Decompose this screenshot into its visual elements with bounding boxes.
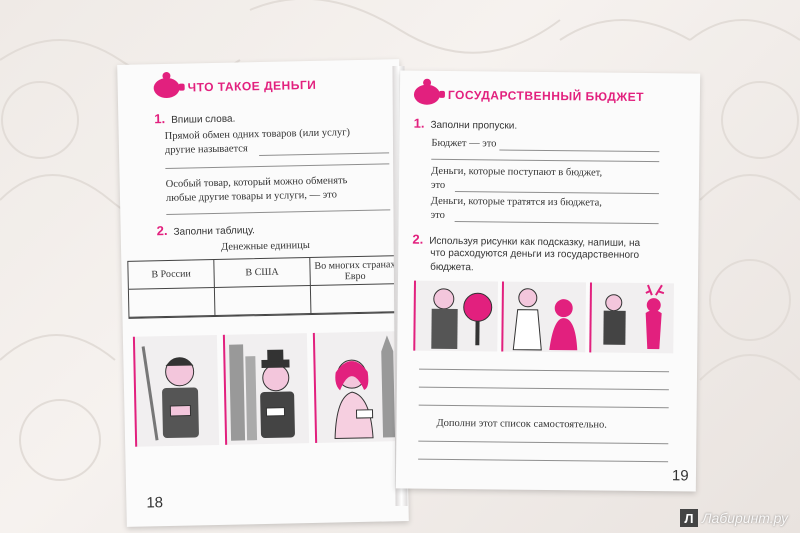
right-task1-heading: 1. Заполни пропуски. [413, 115, 518, 134]
watermark-logo-letter: Л [679, 509, 698, 527]
right-task1-line2: Деньги, которые поступают в бюджет, [431, 165, 603, 179]
illustration-soldier-and-deer [589, 282, 674, 354]
answer-line[interactable] [259, 152, 390, 157]
task-instruction: Впиши слова. [171, 113, 236, 126]
right-task2-extra: Дополни этот список самостоятельно. [436, 417, 607, 431]
right-task1-line2b: это [430, 179, 446, 191]
watermark-text: Лабиринт.ру [701, 510, 788, 526]
answer-line[interactable] [166, 209, 391, 216]
task-number: 1. [154, 111, 166, 127]
table-cell-answer[interactable] [214, 285, 312, 317]
right-task1-line1: Бюджет — это [431, 137, 497, 150]
left-task1-line2: другие называется [164, 143, 248, 157]
left-task2-heading: 2. Заполни таблицу. [157, 222, 255, 240]
right-page-title: ГОСУДАРСТВЕННЫЙ БЮДЖЕТ [447, 87, 645, 104]
table-header-europe: Во многих странах Евро [310, 256, 401, 286]
answer-line[interactable] [418, 440, 669, 445]
answer-line[interactable] [454, 191, 659, 195]
left-task1-heading: 1. Впиши слова. [154, 111, 235, 129]
page-number-left: 18 [146, 494, 164, 512]
left-page-header: ЧТО ТАКОЕ ДЕНЬГИ [153, 71, 317, 99]
currency-table: В России В США Во многих странах Евро [127, 255, 403, 319]
answer-line[interactable] [418, 404, 669, 409]
left-task1-line1: Прямой обмен одних товаров (или услуг) [164, 127, 351, 143]
right-page: ГОСУДАРСТВЕННЫЙ БЮДЖЕТ 1. Заполни пропуск… [395, 70, 701, 492]
left-task1-line4: любые другие товары и услуги, — это [165, 189, 338, 205]
task-number: 2. [412, 231, 424, 247]
illustration-scientist-with-globe [413, 280, 498, 352]
task-number: 1. [413, 115, 425, 131]
answer-line[interactable] [165, 163, 390, 170]
table-header-russia: В России [128, 260, 215, 290]
illustration-man-in-hat-with-dollar [222, 333, 310, 445]
task-instruction: Заполни таблицу. [173, 225, 255, 238]
answer-line[interactable] [418, 386, 669, 391]
table-title: Денежные единицы [220, 240, 310, 253]
right-task1-line3: Деньги, которые тратятся из бюджета, [430, 195, 603, 209]
illustration-doctor-with-patient [501, 281, 586, 353]
piggy-bank-icon [153, 71, 180, 99]
right-task2-line3: бюджета. [430, 261, 474, 274]
table-header-usa: В США [214, 258, 311, 289]
left-page-title: ЧТО ТАКОЕ ДЕНЬГИ [187, 77, 317, 95]
page-number-right: 19 [671, 467, 689, 485]
table-cell-answer[interactable] [128, 288, 216, 318]
piggy-bank-icon [413, 78, 441, 105]
answer-line[interactable] [454, 221, 659, 225]
task-instruction: Заполни пропуски. [430, 119, 518, 132]
answer-line[interactable] [419, 368, 670, 373]
table-cell-answer[interactable] [310, 284, 402, 314]
labirint-watermark: Л Лабиринт.ру [679, 509, 788, 527]
right-page-header: ГОСУДАРСТВЕННЫЙ БЮДЖЕТ [413, 78, 645, 107]
task-number: 2. [156, 222, 168, 239]
answer-line[interactable] [418, 458, 669, 463]
right-task1-line3b: это [430, 209, 445, 221]
illustration-woman-with-euro [312, 331, 400, 443]
answer-line[interactable] [499, 149, 660, 153]
answer-line[interactable] [431, 158, 660, 163]
left-page: ЧТО ТАКОЕ ДЕНЬГИ 1. Впиши слова. Прямой о… [117, 59, 409, 527]
illustration-man-with-banknote [132, 334, 220, 447]
